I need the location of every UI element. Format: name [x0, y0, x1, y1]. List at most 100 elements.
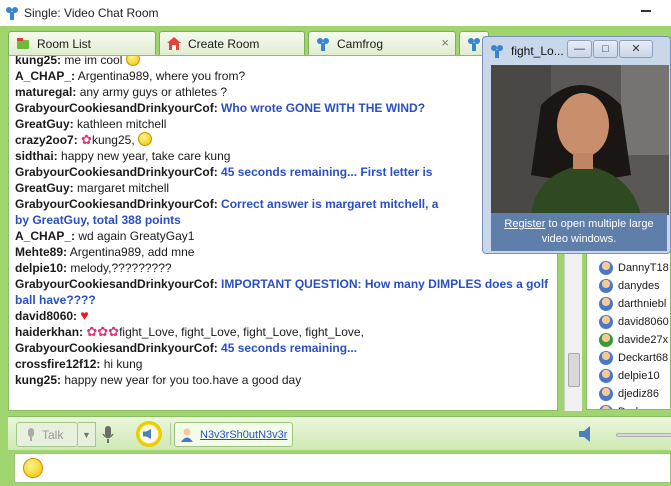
chat-username[interactable]: crazy2oo7:	[15, 133, 78, 147]
volume-icon[interactable]	[576, 423, 598, 445]
chat-username[interactable]: haiderkhan:	[15, 325, 83, 339]
user-icon	[599, 369, 613, 383]
chat-username[interactable]: GrabyourCookiesandDrinkyourCof:	[15, 341, 218, 355]
tab-create-room-label: Create Room	[188, 36, 260, 51]
chat-username[interactable]: crossfire12f12:	[15, 357, 100, 371]
tab-camfrog[interactable]: Camfrog ×	[308, 31, 456, 55]
user-icon	[599, 351, 613, 365]
chat-message: crossfire12f12: hi kung	[15, 356, 557, 372]
toolbar-separator	[170, 423, 171, 445]
chat-message: kung25: happy new year for you too.have …	[15, 372, 557, 388]
chat-log[interactable]: kung25: me im cool A_CHAP_: Argentina989…	[8, 55, 558, 411]
talk-dropdown-button[interactable]: ▼	[78, 422, 96, 447]
user-list[interactable]: DannyT18 danydes darthniebl david8060 davide…	[586, 250, 671, 410]
chat-username[interactable]: GrabyourCookiesandDrinkyourCof:	[15, 101, 218, 115]
chat-username[interactable]: kung25:	[15, 56, 61, 67]
user-list-item[interactable]: delpie10	[587, 367, 670, 385]
chat-message: GrabyourCookiesandDrinkyourCof: 45 secon…	[15, 164, 557, 180]
video-window-title-bar: fight_Lo...	[489, 43, 564, 59]
message-input[interactable]	[51, 456, 666, 480]
speaker-toggle-icon[interactable]	[136, 421, 162, 447]
chat-username[interactable]: A_CHAP_:	[15, 229, 75, 243]
heart-emoticon-icon: ♥	[80, 307, 89, 323]
current-talker[interactable]: N3v3rSh0utN3v3r	[174, 422, 293, 447]
minimize-button[interactable]	[635, 0, 671, 20]
user-list-item[interactable]: Dod...	[587, 403, 670, 409]
chat-username[interactable]: kung25:	[15, 373, 61, 387]
chat-username[interactable]: GrabyourCookiesandDrinkyourCof:	[15, 277, 218, 291]
chat-username[interactable]: david8060:	[15, 309, 77, 323]
user-list-item[interactable]: darthniebl	[587, 295, 670, 313]
user-list-item[interactable]: Deckart68	[587, 349, 670, 367]
chat-message: kung25: me im cool	[15, 55, 557, 68]
chat-message: by GreatGuy, total 388 points	[15, 212, 557, 228]
user-list-item[interactable]: danydes	[587, 277, 670, 295]
user-list-item[interactable]: davide27x	[587, 331, 670, 349]
chat-message-text: happy new year for you too.have a good d…	[64, 373, 302, 387]
chat-username[interactable]: maturegal:	[15, 85, 76, 99]
room-list-icon	[17, 37, 29, 49]
create-room-icon	[167, 36, 181, 50]
chat-message-text: happy new year, take care kung	[61, 149, 231, 163]
tab-create-room[interactable]: Create Room	[159, 31, 305, 55]
mic-settings-icon[interactable]	[100, 425, 116, 445]
talk-button[interactable]: Talk	[16, 422, 78, 447]
register-link[interactable]: Register	[504, 218, 545, 230]
chat-message-text: melody,?????????	[70, 261, 172, 275]
user-icon	[599, 297, 613, 311]
chat-username[interactable]: GrabyourCookiesandDrinkyourCof:	[15, 197, 218, 211]
flower-emoticon-icon: ✿	[97, 324, 109, 339]
chat-message: delpie10: melody,?????????	[15, 260, 557, 276]
chat-message-text: 45 seconds remaining... First letter is	[221, 165, 433, 179]
chat-username[interactable]: delpie10:	[15, 261, 67, 275]
chat-username[interactable]: Mehte89:	[15, 245, 67, 259]
tab-room-list[interactable]: Room List	[8, 31, 156, 55]
user-name: danydes	[618, 280, 660, 292]
window-title: Single: Video Chat Room	[24, 6, 159, 20]
video-close-button[interactable]: ✕	[619, 40, 653, 58]
chat-message: crazy2oo7: ✿kung25,	[15, 132, 557, 148]
user-name: djediz86	[618, 388, 659, 400]
user-name: DannyT18	[618, 262, 669, 274]
chat-message: GreatGuy: margaret mitchell	[15, 180, 557, 196]
user-icon	[599, 333, 613, 347]
chat-message: GrabyourCookiesandDrinkyourCof: Who wrot…	[15, 100, 557, 116]
chat-message: maturegal: any army guys or athletes ?	[15, 84, 557, 100]
user-name: Dod...	[618, 406, 647, 409]
microphone-icon	[28, 427, 34, 441]
tab-close-icon[interactable]: ×	[441, 35, 449, 50]
chat-username[interactable]: sidthai:	[15, 149, 58, 163]
user-list-item[interactable]: DannyT18	[587, 259, 670, 277]
video-caption: Register to open multiple large video wi…	[491, 213, 667, 251]
title-bar: Single: Video Chat Room	[0, 0, 671, 26]
chat-room-tab-icon	[468, 37, 480, 51]
user-list-item[interactable]: david8060	[587, 313, 670, 331]
video-window-title: fight_Lo...	[511, 44, 564, 58]
tab-room-list-label: Room List	[37, 36, 92, 51]
video-minimize-button[interactable]: —	[567, 40, 592, 58]
camfrog-video-icon	[491, 45, 503, 58]
chat-scrollbar-thumb[interactable]	[568, 353, 580, 387]
emoticon-icon[interactable]	[23, 458, 43, 478]
volume-slider[interactable]	[616, 433, 671, 437]
video-window[interactable]: fight_Lo... — □ ✕ Register to open multi…	[482, 36, 671, 254]
chat-username[interactable]: GreatGuy:	[15, 181, 74, 195]
chat-username[interactable]: GreatGuy:	[15, 117, 74, 131]
chat-message-text: margaret mitchell	[77, 181, 170, 195]
user-name: Deckart68	[618, 352, 669, 364]
video-maximize-button[interactable]: □	[593, 40, 618, 58]
user-icon	[599, 279, 613, 293]
talker-user-icon	[181, 428, 193, 442]
chat-username[interactable]: A_CHAP_:	[15, 69, 75, 83]
user-list-item[interactable]: djediz86	[587, 385, 670, 403]
chat-message: sidthai: happy new year, take care kung	[15, 148, 557, 164]
user-icon	[599, 405, 613, 409]
chat-message: GrabyourCookiesandDrinkyourCof: Correct …	[15, 196, 557, 212]
chat-message-text: 45 seconds remaining...	[221, 341, 358, 355]
chat-username[interactable]: GrabyourCookiesandDrinkyourCof:	[15, 165, 218, 179]
flower-emoticon-icon: ✿	[86, 324, 98, 339]
user-icon	[599, 315, 613, 329]
chat-message-text: Who wrote GONE WITH THE WIND?	[221, 101, 426, 115]
chat-message-text: me im cool	[64, 55, 123, 67]
camfrog-app-icon	[6, 7, 18, 20]
